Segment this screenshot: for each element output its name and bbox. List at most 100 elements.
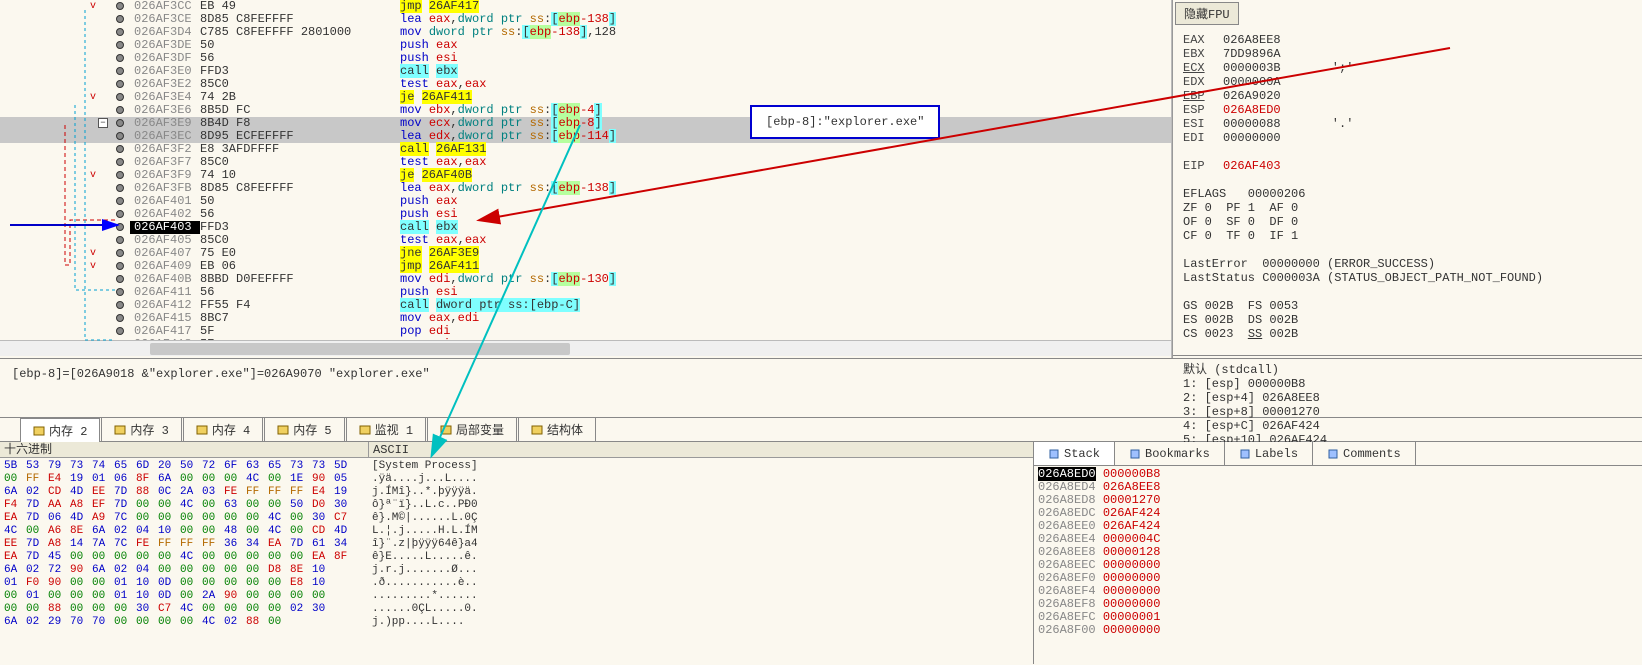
collapse-toggle[interactable]: − (98, 118, 108, 128)
hex-row[interactable]: 00008800000030C74C000000000230......0ÇL.… (4, 603, 1029, 616)
register-row: EDI00000000 (1183, 131, 1632, 145)
hex-row[interactable]: 5B53797374656D2050726F636573735D[System … (4, 460, 1029, 473)
breakpoint-dot[interactable] (116, 158, 124, 166)
breakpoint-dot[interactable] (116, 236, 124, 244)
stack-panel[interactable]: StackBookmarksLabelsComments 026A8ED0 00… (1034, 442, 1642, 664)
breakpoint-dot[interactable] (116, 210, 124, 218)
register-row: ESP026A8ED0 (1183, 103, 1632, 117)
asm-cell: test eax,eax (400, 234, 1171, 247)
locals-icon (440, 424, 452, 436)
hex-row[interactable]: EA7D4500000000004C0000000000EA8Fê}E.....… (4, 551, 1029, 564)
bytes-cell: FF55 F4 (200, 299, 400, 312)
breakpoint-dot[interactable] (116, 262, 124, 270)
breakpoint-dot[interactable] (116, 171, 124, 179)
breakpoint-dot[interactable] (116, 275, 124, 283)
label-icon (1239, 448, 1251, 460)
register-row: ESI00000088 '.' (1183, 117, 1632, 131)
hex-row[interactable]: 00FFE41901068F6A0000004C001E9005.ÿä....j… (4, 473, 1029, 486)
registers-panel: 隐藏FPU EAX026A8EE8EBX7DD9896A ECX0000003B… (1172, 0, 1642, 358)
breakpoint-dot[interactable] (116, 288, 124, 296)
tab-内存 3[interactable]: 内存 3 (101, 417, 181, 441)
watch-icon (359, 424, 371, 436)
breakpoint-dot[interactable] (116, 93, 124, 101)
bytes-cell: 8BC7 (200, 312, 400, 325)
tab-内存 2[interactable]: 内存 2 (20, 418, 100, 442)
asm-cell: lea eax,dword ptr ss:[ebp-138] (400, 182, 1171, 195)
breakpoint-dot[interactable] (116, 249, 124, 257)
bytes-cell: 50 (200, 195, 400, 208)
tab-结构体[interactable]: 结构体 (518, 417, 596, 441)
breakpoint-dot[interactable] (116, 301, 124, 309)
hex-row[interactable]: EE7DA8147A7CFEFFFFFF3634EA7D6134î}¨.z|þÿ… (4, 538, 1029, 551)
breakpoint-dot[interactable] (116, 184, 124, 192)
hex-row[interactable]: 6A02CD4DEE7D880C2A03FEFFFFFFE419j.ÍMî}..… (4, 486, 1029, 499)
disasm-horizontal-scrollbar[interactable] (0, 340, 1171, 356)
bookmark-icon (1129, 448, 1141, 460)
asm-cell: push esi (400, 52, 1171, 65)
breakpoint-dot[interactable] (116, 67, 124, 75)
breakpoint-dot[interactable] (116, 223, 124, 231)
stack-arg-row: 2: [esp+4] 026A8EE8 (1183, 391, 1632, 405)
bytes-cell: FFD3 (200, 65, 400, 78)
bytes-cell: 8D85 C8FEFFFF (200, 182, 400, 195)
stack-arg-row: 3: [esp+8] 00001270 (1183, 405, 1632, 419)
asm-cell: mov edi,dword ptr ss:[ebp-130] (400, 273, 1171, 286)
tab-stack[interactable]: Stack (1034, 442, 1115, 465)
struct-icon (531, 424, 543, 436)
asm-cell: call 26AF131 (400, 143, 1171, 156)
asm-cell: push esi (400, 208, 1171, 221)
register-row: EBP026A9020 (1183, 89, 1632, 103)
breakpoint-dot[interactable] (116, 54, 124, 62)
hex-row[interactable]: 01F090000001100D0000000000E810.ð........… (4, 577, 1029, 590)
bytes-cell: FFD3 (200, 221, 400, 234)
asm-cell: push eax (400, 195, 1171, 208)
hex-row[interactable]: 4C00A68E6A020410000048004C00CD4DL.¦.j...… (4, 525, 1029, 538)
asm-cell: push eax (400, 39, 1171, 52)
tab-局部变量[interactable]: 局部变量 (427, 417, 517, 441)
register-row: EBX7DD9896A (1183, 47, 1632, 61)
hex-row[interactable]: EA7D064DA97C0000000000004C0030C7ê}.M©|..… (4, 512, 1029, 525)
expression-text: [ebp-8]=[026A9018 &"explorer.exe"]=026A9… (12, 367, 430, 381)
breakpoint-dot[interactable] (116, 106, 124, 114)
breakpoint-dot[interactable] (116, 15, 124, 23)
bytes-cell: 50 (200, 39, 400, 52)
asm-cell: mov eax,edi (400, 312, 1171, 325)
fpu-tab[interactable]: 隐藏FPU (1175, 2, 1239, 25)
hex-row[interactable]: 6A0272906A02040000000000D88E10j.r.j.....… (4, 564, 1029, 577)
asm-cell: pop edi (400, 325, 1171, 338)
mem-icon (277, 424, 289, 436)
tab-comments[interactable]: Comments (1313, 442, 1416, 465)
tab-内存 5[interactable]: 内存 5 (264, 417, 344, 441)
register-row: ECX0000003B ';' (1183, 61, 1632, 75)
tab-labels[interactable]: Labels (1225, 442, 1313, 465)
breakpoint-dot[interactable] (116, 41, 124, 49)
bytes-cell: 56 (200, 208, 400, 221)
breakpoint-dot[interactable] (116, 119, 124, 127)
stack-row[interactable]: 026A8F00 00000000 (1038, 624, 1638, 637)
breakpoint-dot[interactable] (116, 314, 124, 322)
breakpoint-dot[interactable] (116, 145, 124, 153)
breakpoint-dot[interactable] (116, 327, 124, 335)
asm-cell: test eax,eax (400, 78, 1171, 91)
bytes-cell: E8 3AFDFFFF (200, 143, 400, 156)
hex-column-header: 十六进制 (0, 442, 368, 457)
bytes-cell: 5F (200, 325, 400, 338)
comment-icon (1327, 448, 1339, 460)
tab-内存 4[interactable]: 内存 4 (183, 417, 263, 441)
breakpoint-dot[interactable] (116, 80, 124, 88)
hex-dump-panel[interactable]: 十六进制 ASCII 5B53797374656D2050726F6365737… (0, 442, 1034, 664)
breakpoint-dot[interactable] (116, 197, 124, 205)
mem-icon (33, 425, 45, 437)
hex-row[interactable]: F47DAAA8EF7D00004C0063000050D030ô}ª¨ï}..… (4, 499, 1029, 512)
hex-row[interactable]: 6A02297070000000004C028800j.)pp....L.... (4, 616, 1029, 629)
breakpoint-dot[interactable] (116, 2, 124, 10)
breakpoint-dot[interactable] (116, 132, 124, 140)
stack-arg-row: 1: [esp] 000000B8 (1183, 377, 1632, 391)
tab-监视 1[interactable]: 监视 1 (346, 417, 426, 441)
disassembly-panel[interactable]: v026AF3CCEB 49jmp 26AF417026AF3CE8D85 C8… (0, 0, 1172, 358)
tab-bookmarks[interactable]: Bookmarks (1115, 442, 1225, 465)
hex-row[interactable]: 000100000001100D002A9000000000.........*… (4, 590, 1029, 603)
stack-arg-row: 4: [esp+C] 026AF424 (1183, 419, 1632, 433)
breakpoint-dot[interactable] (116, 28, 124, 36)
mem-icon (196, 424, 208, 436)
